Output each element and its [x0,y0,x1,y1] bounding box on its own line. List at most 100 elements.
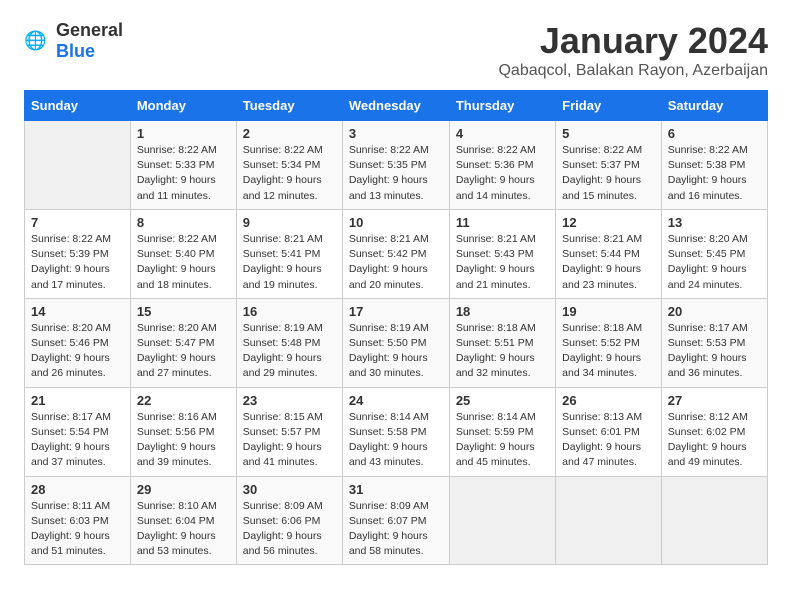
day-info: Sunrise: 8:22 AM Sunset: 5:39 PM Dayligh… [31,232,124,293]
header-day-saturday: Saturday [661,91,767,121]
day-number: 16 [243,304,336,319]
logo: 🌐 General Blue [24,20,123,62]
day-number: 31 [349,482,443,497]
calendar-cell: 11 Sunrise: 8:21 AM Sunset: 5:43 PM Dayli… [449,209,555,298]
calendar-body: 1 Sunrise: 8:22 AM Sunset: 5:33 PM Daylig… [25,121,768,565]
day-number: 24 [349,393,443,408]
header-day-wednesday: Wednesday [342,91,449,121]
calendar-cell: 10Sunrise: 8:21 AM Sunset: 5:42 PM Dayli… [342,209,449,298]
day-info: Sunrise: 8:13 AM Sunset: 6:01 PM Dayligh… [562,410,655,471]
day-number: 9 [243,215,336,230]
calendar-cell: 8 Sunrise: 8:22 AM Sunset: 5:40 PM Daylig… [130,209,236,298]
day-info: Sunrise: 8:22 AM Sunset: 5:38 PM Dayligh… [668,143,761,204]
day-number: 1 [137,126,230,141]
calendar-week-row: 28 Sunrise: 8:11 AM Sunset: 6:03 PM Dayli… [25,476,768,565]
calendar-week-row: 14 Sunrise: 8:20 AM Sunset: 5:46 PM Dayli… [25,298,768,387]
calendar-cell: 28 Sunrise: 8:11 AM Sunset: 6:03 PM Dayli… [25,476,131,565]
header-day-friday: Friday [556,91,662,121]
day-info: Sunrise: 8:22 AM Sunset: 5:34 PM Dayligh… [243,143,336,204]
svg-text:🌐: 🌐 [24,30,47,51]
calendar-week-row: 7 Sunrise: 8:22 AM Sunset: 5:39 PM Daylig… [25,209,768,298]
calendar-week-row: 1 Sunrise: 8:22 AM Sunset: 5:33 PM Daylig… [25,121,768,210]
calendar-cell: 22 Sunrise: 8:16 AM Sunset: 5:56 PM Dayli… [130,387,236,476]
day-info: Sunrise: 8:21 AM Sunset: 5:41 PM Dayligh… [243,232,336,293]
day-number: 27 [668,393,761,408]
calendar-cell: 2 Sunrise: 8:22 AM Sunset: 5:34 PM Daylig… [236,121,342,210]
calendar-cell: 12Sunrise: 8:21 AM Sunset: 5:44 PM Dayli… [556,209,662,298]
calendar-cell: 19 Sunrise: 8:18 AM Sunset: 5:52 PM Dayli… [556,298,662,387]
day-number: 18 [456,304,549,319]
calendar-week-row: 21Sunrise: 8:17 AM Sunset: 5:54 PM Dayli… [25,387,768,476]
calendar-cell: 1 Sunrise: 8:22 AM Sunset: 5:33 PM Daylig… [130,121,236,210]
calendar-table: SundayMondayTuesdayWednesdayThursdayFrid… [24,90,768,565]
calendar-cell: 5 Sunrise: 8:22 AM Sunset: 5:37 PM Daylig… [556,121,662,210]
calendar-cell: 15 Sunrise: 8:20 AM Sunset: 5:47 PM Dayli… [130,298,236,387]
day-number: 14 [31,304,124,319]
day-info: Sunrise: 8:11 AM Sunset: 6:03 PM Dayligh… [31,499,124,560]
calendar-cell: 4Sunrise: 8:22 AM Sunset: 5:36 PM Daylig… [449,121,555,210]
calendar-cell: 26 Sunrise: 8:13 AM Sunset: 6:01 PM Dayli… [556,387,662,476]
location-title: Qabaqcol, Balakan Rayon, Azerbaijan [498,62,768,80]
day-number: 4 [456,126,549,141]
logo-general-text: General [56,20,123,40]
day-number: 17 [349,304,443,319]
day-info: Sunrise: 8:20 AM Sunset: 5:47 PM Dayligh… [137,321,230,382]
calendar-cell [449,476,555,565]
calendar-cell: 16 Sunrise: 8:19 AM Sunset: 5:48 PM Dayli… [236,298,342,387]
calendar-cell: 30 Sunrise: 8:09 AM Sunset: 6:06 PM Dayli… [236,476,342,565]
day-info: Sunrise: 8:16 AM Sunset: 5:56 PM Dayligh… [137,410,230,471]
day-number: 11 [456,215,549,230]
day-number: 23 [243,393,336,408]
month-title: January 2024 [498,20,768,62]
calendar-cell [556,476,662,565]
day-info: Sunrise: 8:14 AM Sunset: 5:59 PM Dayligh… [456,410,549,471]
day-info: Sunrise: 8:18 AM Sunset: 5:52 PM Dayligh… [562,321,655,382]
calendar-cell: 3Sunrise: 8:22 AM Sunset: 5:35 PM Daylig… [342,121,449,210]
title-area: January 2024 Qabaqcol, Balakan Rayon, Az… [498,20,768,80]
day-number: 28 [31,482,124,497]
header: 🌐 General Blue January 2024 Qabaqcol, Ba… [24,20,768,80]
calendar-cell [661,476,767,565]
day-number: 20 [668,304,761,319]
calendar-cell: 13Sunrise: 8:20 AM Sunset: 5:45 PM Dayli… [661,209,767,298]
day-info: Sunrise: 8:09 AM Sunset: 6:06 PM Dayligh… [243,499,336,560]
day-number: 25 [456,393,549,408]
day-number: 7 [31,215,124,230]
calendar-cell: 24 Sunrise: 8:14 AM Sunset: 5:58 PM Dayli… [342,387,449,476]
calendar-cell: 14 Sunrise: 8:20 AM Sunset: 5:46 PM Dayli… [25,298,131,387]
day-number: 6 [668,126,761,141]
day-info: Sunrise: 8:09 AM Sunset: 6:07 PM Dayligh… [349,499,443,560]
header-day-monday: Monday [130,91,236,121]
day-info: Sunrise: 8:14 AM Sunset: 5:58 PM Dayligh… [349,410,443,471]
day-number: 12 [562,215,655,230]
day-info: Sunrise: 8:19 AM Sunset: 5:48 PM Dayligh… [243,321,336,382]
calendar-cell: 17Sunrise: 8:19 AM Sunset: 5:50 PM Dayli… [342,298,449,387]
day-number: 19 [562,304,655,319]
header-day-thursday: Thursday [449,91,555,121]
day-info: Sunrise: 8:20 AM Sunset: 5:46 PM Dayligh… [31,321,124,382]
day-info: Sunrise: 8:12 AM Sunset: 6:02 PM Dayligh… [668,410,761,471]
logo-blue-text: Blue [56,41,95,61]
day-info: Sunrise: 8:22 AM Sunset: 5:37 PM Dayligh… [562,143,655,204]
calendar-cell: 21Sunrise: 8:17 AM Sunset: 5:54 PM Dayli… [25,387,131,476]
day-number: 13 [668,215,761,230]
day-number: 29 [137,482,230,497]
day-number: 30 [243,482,336,497]
calendar-cell: 27 Sunrise: 8:12 AM Sunset: 6:02 PM Dayli… [661,387,767,476]
day-number: 22 [137,393,230,408]
day-info: Sunrise: 8:22 AM Sunset: 5:40 PM Dayligh… [137,232,230,293]
day-number: 8 [137,215,230,230]
day-info: Sunrise: 8:21 AM Sunset: 5:43 PM Dayligh… [456,232,549,293]
calendar-cell: 7 Sunrise: 8:22 AM Sunset: 5:39 PM Daylig… [25,209,131,298]
day-number: 3 [349,126,443,141]
day-number: 15 [137,304,230,319]
header-day-sunday: Sunday [25,91,131,121]
calendar-cell [25,121,131,210]
logo-bird-icon: 🌐 [24,27,52,55]
day-info: Sunrise: 8:21 AM Sunset: 5:42 PM Dayligh… [349,232,443,293]
day-number: 26 [562,393,655,408]
calendar-cell: 31 Sunrise: 8:09 AM Sunset: 6:07 PM Dayli… [342,476,449,565]
day-number: 2 [243,126,336,141]
day-number: 5 [562,126,655,141]
day-info: Sunrise: 8:22 AM Sunset: 5:33 PM Dayligh… [137,143,230,204]
